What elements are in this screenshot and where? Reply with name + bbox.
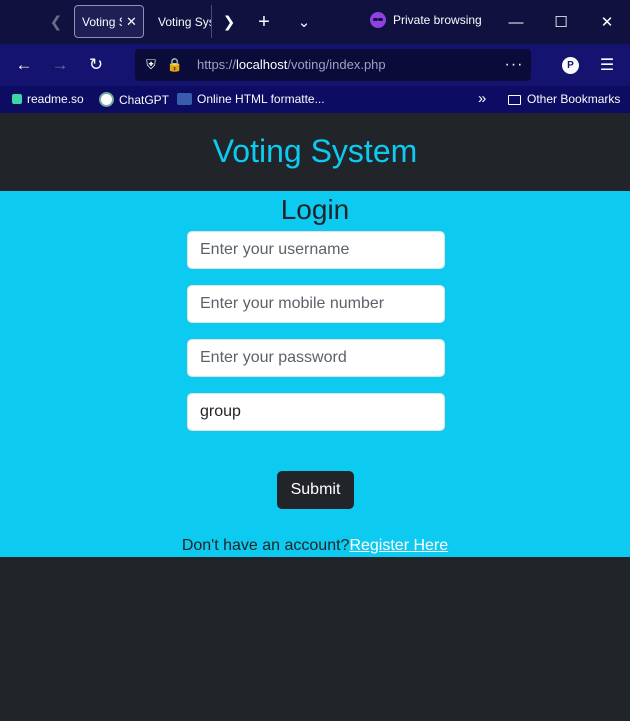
tab-strip: ❮ Voting System ✕ Voting System ❯ + ⌄ Pr… [0,0,630,44]
maximize-icon[interactable]: ☐ [550,10,572,34]
folder-icon [508,95,521,105]
password-input[interactable] [187,339,445,377]
register-line: Don't have an account?Register Here [0,537,630,555]
bookmark-label: readme.so [27,92,84,106]
url-host: localhost [236,57,288,72]
tab-voting-system[interactable]: Voting System [150,5,212,38]
new-tab-icon[interactable]: + [252,10,276,34]
lock-icon[interactable]: 🔒 [167,57,183,73]
bookmark-label: ChatGPT [119,92,170,107]
register-text: Don't have an account? [181,537,350,554]
tab-title: Voting System [82,14,122,29]
submit-button[interactable]: Submit [277,471,354,509]
close-window-icon[interactable]: ✕ [596,10,618,34]
bookmark-label: Online HTML formatte... [197,92,325,106]
browser-window: ❮ Voting System ✕ Voting System ❯ + ⌄ Pr… [0,0,630,113]
group-select-value: group [200,403,241,420]
bookmarks-bar: readme.so ChatGPT Online HTML formatte..… [0,86,630,113]
tab-voting-system-active[interactable]: Voting System ✕ [74,5,144,38]
back-arrow-icon[interactable]: ← [12,53,36,77]
chatgpt-favicon-icon [99,92,114,107]
mobile-input[interactable] [187,285,445,323]
bookmark-chatgpt[interactable]: ChatGPT [99,92,169,107]
url-bar[interactable]: ⛨ 🔒 https://localhost/voting/index.php ·… [135,49,531,81]
private-browsing-label: Private browsing [393,13,482,27]
more-options-icon[interactable]: ··· [503,53,525,77]
scroll-tabs-left-icon[interactable]: ❮ [44,10,68,34]
navigation-bar: ← → ↻ ⛨ 🔒 https://localhost/voting/index… [0,44,630,86]
url-path: /voting/index.php [287,57,386,72]
other-bookmarks-label: Other Bookmarks [527,92,621,106]
register-link[interactable]: Register Here [349,537,448,554]
bookmark-html-formatter[interactable]: Online HTML formatte... [177,92,325,106]
group-select[interactable]: group [187,393,445,431]
other-bookmarks[interactable]: Other Bookmarks [508,92,620,106]
hamburger-menu-icon[interactable]: ☰ [596,53,618,77]
scroll-tabs-right-icon[interactable]: ❯ [218,10,240,34]
page-content: Voting System Login group Submit Don't h… [0,113,630,721]
minimize-icon[interactable]: — [505,10,527,34]
profile-icon[interactable]: P [562,57,579,74]
login-title: Login [280,194,350,225]
username-input[interactable] [187,231,445,269]
url-prefix: https:// [197,57,237,72]
close-tab-icon[interactable]: ✕ [126,14,137,30]
forward-arrow-icon[interactable]: → [48,53,72,77]
login-section: Login group Submit Don't have an account… [0,191,630,557]
private-mask-icon [370,12,386,28]
list-tabs-icon[interactable]: ⌄ [292,10,316,34]
reload-icon[interactable]: ↻ [84,53,108,77]
url-text[interactable]: https://localhost/voting/index.php [197,57,386,72]
html-formatter-favicon-icon [177,93,192,105]
bookmark-readme[interactable]: readme.so [12,92,84,106]
page-header: Voting System [0,113,630,191]
more-bookmarks-icon[interactable]: » [478,90,486,107]
private-browsing-indicator: Private browsing [370,12,482,28]
readme-favicon-icon [12,94,22,104]
tab-title: Voting System [158,14,211,29]
site-title: Voting System [212,132,418,169]
shield-icon[interactable]: ⛨ [143,57,159,73]
